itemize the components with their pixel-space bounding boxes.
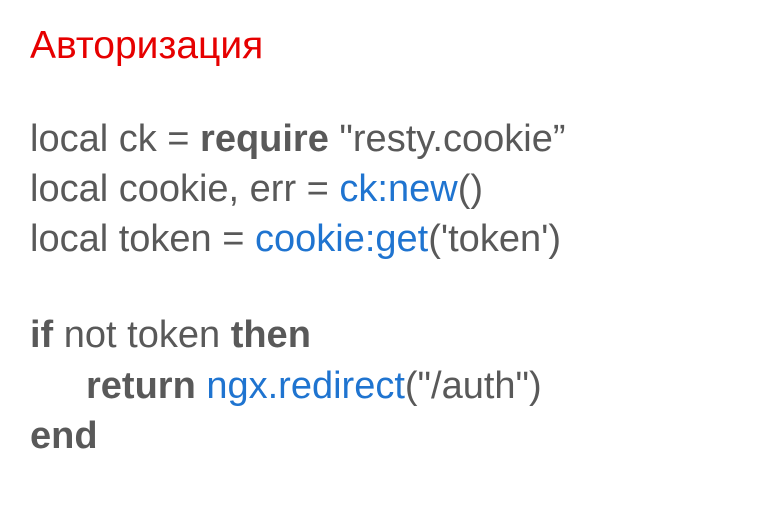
code-text: not token xyxy=(53,314,230,356)
code-keyword: return xyxy=(86,365,196,407)
slide-title: Авторизация xyxy=(30,24,730,68)
code-text: local cookie, err = xyxy=(30,168,339,210)
code-text: local token = xyxy=(30,218,255,260)
code-block-1: local ck = require "resty.cookie” local … xyxy=(30,114,730,264)
code-text: ('token') xyxy=(428,218,561,260)
code-block-2: if not token then return ngx.redirect("/… xyxy=(30,310,730,460)
code-keyword: end xyxy=(30,415,98,457)
code-call: cookie:get xyxy=(255,218,428,260)
code-call: ngx.redirect xyxy=(196,365,405,407)
code-keyword: if xyxy=(30,314,53,356)
code-line: return ngx.redirect("/auth") xyxy=(30,361,730,411)
code-line: local cookie, err = ck:new() xyxy=(30,164,730,214)
code-text: ("/auth") xyxy=(405,365,542,407)
code-string: "resty.cookie” xyxy=(329,118,566,160)
code-line: local ck = require "resty.cookie” xyxy=(30,114,730,164)
code-keyword: require xyxy=(200,118,329,160)
code-line: end xyxy=(30,411,730,461)
code-line: local token = cookie:get('token') xyxy=(30,214,730,264)
code-text: () xyxy=(458,168,483,210)
code-line: if not token then xyxy=(30,310,730,360)
code-keyword: then xyxy=(231,314,311,356)
code-text: local ck = xyxy=(30,118,200,160)
code-call: ck:new xyxy=(339,168,457,210)
